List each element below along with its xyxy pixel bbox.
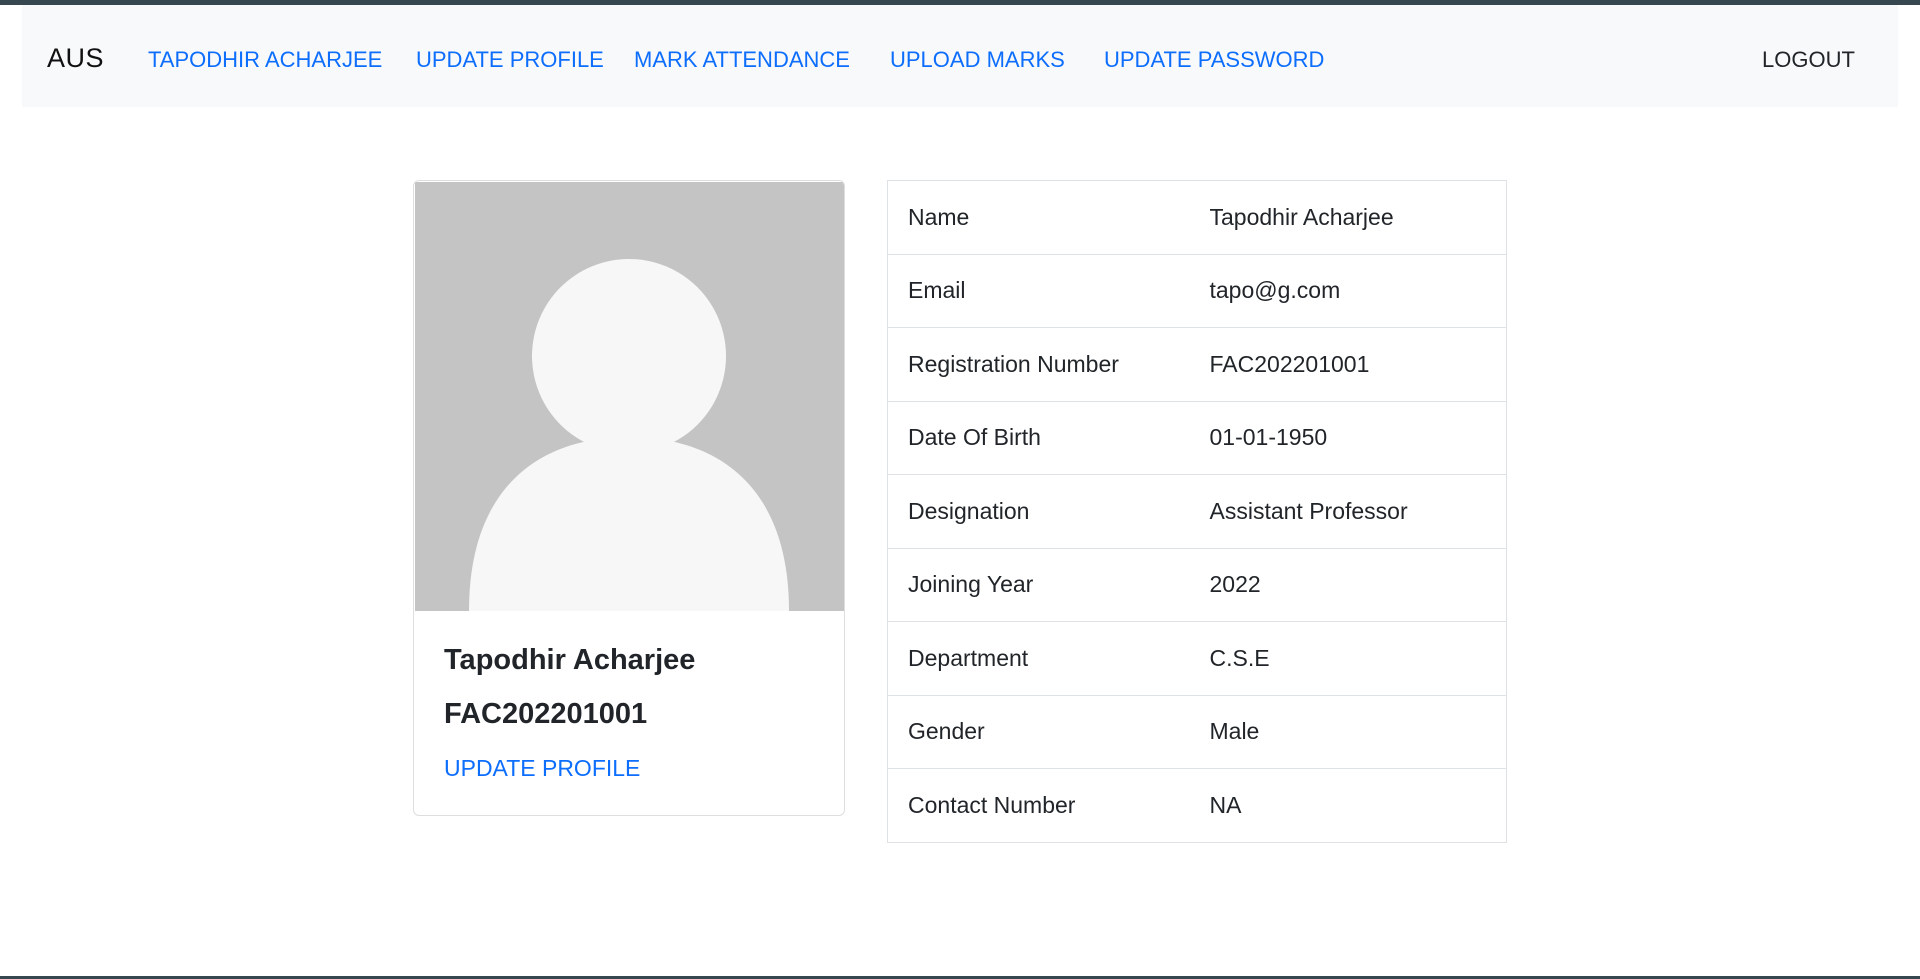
row-label: Joining Year: [887, 547, 1210, 622]
table-row: Contact Number NA: [887, 768, 1507, 842]
table-row: Gender Male: [887, 694, 1507, 769]
top-navbar: AUS TAPODHIR ACHARJEE UPDATE PROFILE MAR…: [22, 5, 1898, 107]
table-row: Registration Number FAC202201001: [887, 327, 1507, 401]
row-value: NA: [1209, 768, 1507, 842]
profile-card: Tapodhir Acharjee FAC202201001 UPDATE PR…: [413, 180, 845, 816]
nav-link-upload-marks[interactable]: UPLOAD MARKS: [890, 47, 1065, 73]
profile-details-table: Name Tapodhir Acharjee Email tapo@g.com …: [887, 180, 1507, 843]
logout-button[interactable]: LOGOUT: [1762, 47, 1855, 73]
row-value: Male: [1209, 694, 1507, 769]
row-label: Designation: [887, 474, 1210, 548]
row-label: Email: [887, 253, 1210, 328]
avatar-placeholder-graphic: [415, 182, 844, 611]
table-row: Department C.S.E: [887, 621, 1507, 695]
row-value: Assistant Professor: [1209, 474, 1507, 548]
nav-link-mark-attendance[interactable]: MARK ATTENDANCE: [634, 47, 850, 73]
nav-link-user-name[interactable]: TAPODHIR ACHARJEE: [148, 47, 382, 73]
row-label: Date Of Birth: [887, 400, 1210, 475]
brand-logo[interactable]: AUS: [47, 43, 104, 74]
row-label: Department: [887, 621, 1210, 695]
row-value: 2022: [1209, 547, 1507, 622]
user-silhouette-icon: [415, 182, 844, 611]
card-update-profile-link[interactable]: UPDATE PROFILE: [444, 755, 640, 782]
row-value: Tapodhir Acharjee: [1209, 203, 1394, 230]
table-row: Name Tapodhir Acharjee: [888, 181, 1507, 255]
row-value: FAC202201001: [1209, 327, 1507, 401]
nav-link-update-password[interactable]: UPDATE PASSWORD: [1104, 47, 1324, 73]
table-row: Joining Year 2022: [887, 547, 1507, 622]
table-row: Date Of Birth 01-01-1950: [887, 400, 1507, 475]
card-registration-number: FAC202201001: [444, 698, 648, 730]
row-label: Gender: [887, 694, 1210, 769]
row-value: 01-01-1950: [1209, 400, 1507, 475]
row-value: tapo@g.com: [1209, 253, 1507, 328]
row-label: Name: [908, 203, 970, 230]
row-label: Registration Number: [887, 327, 1210, 401]
table-row: Designation Assistant Professor: [887, 474, 1507, 548]
nav-link-update-profile[interactable]: UPDATE PROFILE: [416, 47, 604, 73]
table-row: Email tapo@g.com: [887, 253, 1507, 328]
row-label: Contact Number: [887, 768, 1210, 842]
row-value: C.S.E: [1209, 621, 1507, 695]
card-user-name: Tapodhir Acharjee: [444, 644, 696, 676]
